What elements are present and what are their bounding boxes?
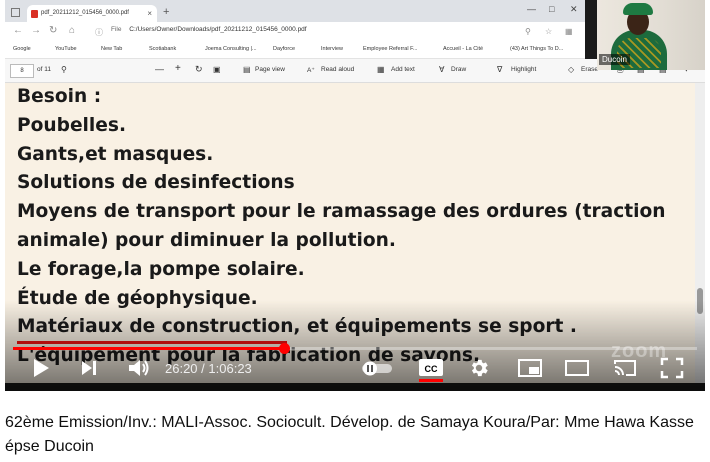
read-aloud-button[interactable]: Read aloud [321, 66, 354, 73]
red-underline-annotation [17, 341, 287, 344]
minimize-icon[interactable]: — [527, 4, 536, 14]
file-label: File [111, 26, 122, 33]
bookmark-joema[interactable]: Joema Consulting |... [205, 46, 257, 52]
bookmark-interview[interactable]: Interview [321, 46, 343, 52]
pdf-line: animale) pour diminuer la pollution. [17, 229, 396, 251]
new-tab-button[interactable]: + [163, 5, 169, 19]
cc-label: CC [425, 364, 438, 374]
cast-icon[interactable] [612, 358, 638, 378]
bookmark-google[interactable]: Google [13, 46, 31, 52]
cc-button[interactable]: CC [417, 357, 445, 383]
page-view-icon: ▤ [243, 65, 251, 74]
pdf-scrollbar-thumb[interactable] [697, 288, 703, 314]
bookmark-youtube[interactable]: YouTube [55, 46, 77, 52]
address-bar: ← → ↻ ⌂ ⓘ File C:/Users/Owner/Downloads/… [5, 22, 585, 43]
forward-icon[interactable]: → [31, 25, 41, 36]
draw-button[interactable]: Draw [451, 66, 466, 73]
participant-head-wrap [623, 3, 653, 15]
pdf-file-icon [31, 10, 38, 18]
bookmark-new-tab[interactable]: New Tab [101, 46, 122, 52]
collections-icon[interactable]: ▦ [565, 27, 573, 36]
pdf-line: Le forage,la pompe solaire. [17, 258, 305, 280]
progress-played [13, 347, 285, 350]
zoom-lens-icon[interactable]: ⚲ [525, 27, 531, 36]
read-aloud-icon: A⁺ [307, 67, 315, 74]
zoom-in-icon[interactable]: + [175, 63, 181, 74]
browser-tab[interactable]: pdf_20211212_015456_0000.pdf × [27, 5, 157, 22]
search-icon[interactable]: ⚲ [61, 65, 67, 74]
maximize-icon[interactable]: □ [549, 4, 554, 14]
browser-tab-bar: pdf_20211212_015456_0000.pdf × + — □ ✕ [5, 0, 585, 22]
next-icon[interactable] [79, 358, 99, 378]
zoom-out-icon[interactable]: — [155, 64, 164, 74]
volume-icon[interactable] [127, 357, 151, 379]
pdf-line: Solutions de desinfections [17, 172, 295, 194]
settings-gear-icon[interactable] [468, 357, 490, 379]
progress-bar[interactable] [13, 343, 697, 354]
bookmark-scotiabank[interactable]: Scotiabank [149, 46, 176, 52]
video-title[interactable]: 62ème Emission/Inv.: MALI-Assoc. Sociocu… [5, 411, 695, 459]
tab-actions-icon[interactable] [11, 8, 20, 17]
play-icon[interactable] [31, 357, 51, 379]
draw-icon: ∀ [439, 65, 445, 74]
reload-icon[interactable]: ↻ [49, 25, 57, 36]
add-text-button[interactable]: Add text [391, 66, 415, 73]
fullscreen-icon[interactable] [660, 357, 684, 379]
bookmark-art-things[interactable]: (43) Art Things To D... [510, 46, 563, 52]
participant-name: Ducoin [599, 54, 630, 65]
info-icon[interactable]: ⓘ [95, 27, 103, 38]
home-icon[interactable]: ⌂ [69, 25, 75, 36]
bookmarks-bar: Google YouTube New Tab Scotiabank Joema … [5, 42, 585, 59]
pdf-line: Poubelles. [17, 114, 127, 136]
bookmark-dayforce[interactable]: Dayforce [273, 46, 295, 52]
bookmark-accueil[interactable]: Accueil - La Cité [443, 46, 483, 52]
time-display: 26:20 / 1:06:23 [165, 361, 252, 376]
bookmark-employee-referral[interactable]: Employee Referral F... [363, 46, 417, 52]
webcam-tile: Ducoin [597, 0, 705, 70]
pdf-line: Étude de géophysique. [17, 287, 258, 309]
fit-page-icon[interactable]: ▣ [213, 65, 221, 74]
duration: 1:06:23 [208, 361, 252, 376]
url-field[interactable]: File C:/Users/Owner/Downloads/pdf_202112… [111, 26, 307, 33]
pdf-line: Gants,et masques. [17, 143, 214, 165]
add-text-icon: ▦ [377, 65, 385, 74]
url-text: C:/Users/Owner/Downloads/pdf_20211212_01… [129, 26, 307, 33]
back-icon[interactable]: ← [13, 25, 23, 36]
erase-button[interactable]: Erase [581, 66, 598, 73]
highlight-button[interactable]: Highlight [511, 66, 536, 73]
highlight-icon: ∇ [497, 65, 503, 74]
pdf-line: Moyens de transport pour le ramassage de… [17, 201, 666, 223]
theater-mode-icon[interactable] [564, 359, 590, 377]
window-close-icon[interactable]: ✕ [570, 4, 578, 15]
page-total: of 11 [37, 66, 51, 73]
pdf-text-lines: Besoin : Poubelles. Gants,et masques. So… [17, 83, 666, 371]
pdf-scrollbar[interactable] [695, 83, 705, 383]
rotate-icon[interactable]: ↻ [195, 64, 203, 75]
pdf-line: Matériaux de construction, et équipement… [17, 316, 577, 338]
page-view-button[interactable]: Page view [255, 66, 285, 73]
video-player[interactable]: pdf_20211212_015456_0000.pdf × + — □ ✕ ←… [5, 0, 705, 391]
page-number-field[interactable]: 8 [10, 64, 34, 78]
pdf-line: Besoin : [17, 86, 102, 107]
erase-icon: ◇ [568, 65, 575, 74]
tab-close-icon[interactable]: × [147, 5, 152, 22]
miniplayer-icon[interactable] [517, 358, 543, 378]
tab-title: pdf_20211212_015456_0000.pdf [41, 10, 129, 16]
autoplay-toggle[interactable] [361, 360, 395, 376]
pdf-page: Besoin : Poubelles. Gants,et masques. So… [5, 83, 695, 383]
favorite-star-icon[interactable]: ☆ [545, 27, 552, 36]
progress-scrubber[interactable] [279, 343, 291, 354]
current-time: 26:20 [165, 361, 198, 376]
